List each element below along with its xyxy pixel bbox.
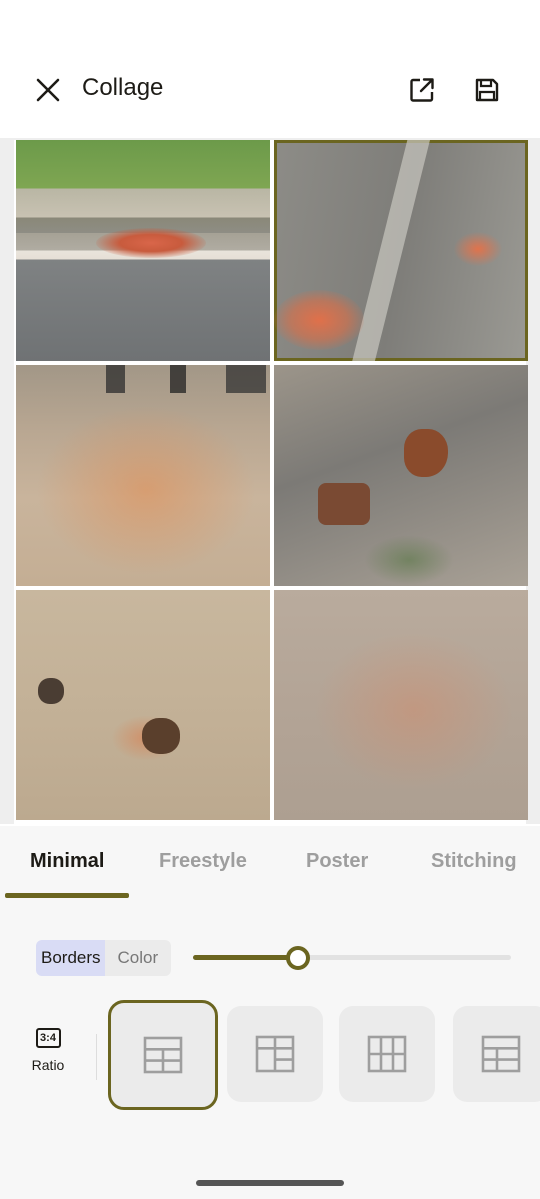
slider-fill xyxy=(193,955,298,960)
layout-options xyxy=(108,1000,540,1112)
tab-minimal[interactable]: Minimal xyxy=(30,850,104,873)
photo-road-curb-bricks[interactable] xyxy=(16,140,270,361)
border-color-toggle: Borders Color xyxy=(36,940,172,976)
collage-canvas xyxy=(0,138,540,824)
home-indicator[interactable] xyxy=(196,1180,344,1186)
save-button[interactable] xyxy=(469,72,505,108)
photo-dusty-road[interactable] xyxy=(274,590,528,820)
borders-toggle-button[interactable]: Borders xyxy=(36,940,105,976)
divider xyxy=(96,1034,97,1080)
photo-road-orange-dust[interactable] xyxy=(274,140,528,361)
slider-thumb[interactable] xyxy=(285,946,310,970)
close-icon xyxy=(36,78,60,102)
close-button[interactable] xyxy=(30,72,66,108)
share-button[interactable] xyxy=(404,72,440,108)
mode-tabs: Minimal Freestyle Poster Stitching xyxy=(0,826,540,900)
layout-option-1[interactable] xyxy=(108,1000,218,1110)
collage-grid xyxy=(14,140,528,824)
grid-layout-icon xyxy=(143,1036,183,1074)
page-title: Collage xyxy=(82,74,164,101)
grid-layout-icon xyxy=(481,1035,521,1073)
layout-option-3[interactable] xyxy=(339,1006,435,1102)
app-bar: Collage xyxy=(0,0,540,138)
grid-layout-icon xyxy=(255,1035,295,1073)
layout-option-4[interactable] xyxy=(453,1006,540,1102)
tab-stitching[interactable]: Stitching xyxy=(431,850,517,873)
grid-layout-icon xyxy=(367,1035,407,1073)
photo-dirt-road-people[interactable] xyxy=(16,365,270,586)
open-in-new-icon xyxy=(410,78,434,102)
save-icon xyxy=(475,78,499,102)
photo-rocks-gravel[interactable] xyxy=(274,365,528,586)
ratio-button[interactable]: 3:4 Ratio xyxy=(25,1028,71,1073)
layout-option-2[interactable] xyxy=(227,1006,323,1102)
border-width-slider[interactable] xyxy=(193,946,511,970)
aspect-ratio-icon: 3:4 xyxy=(35,1028,61,1048)
tab-indicator xyxy=(5,893,129,898)
tab-freestyle[interactable]: Freestyle xyxy=(159,850,247,873)
photo-ground-stones[interactable] xyxy=(16,590,270,820)
tab-poster[interactable]: Poster xyxy=(306,850,368,873)
editor-panel: Minimal Freestyle Poster Stitching Borde… xyxy=(0,826,540,1199)
color-toggle-button[interactable]: Color xyxy=(104,940,172,976)
ratio-label: Ratio xyxy=(31,1057,65,1073)
